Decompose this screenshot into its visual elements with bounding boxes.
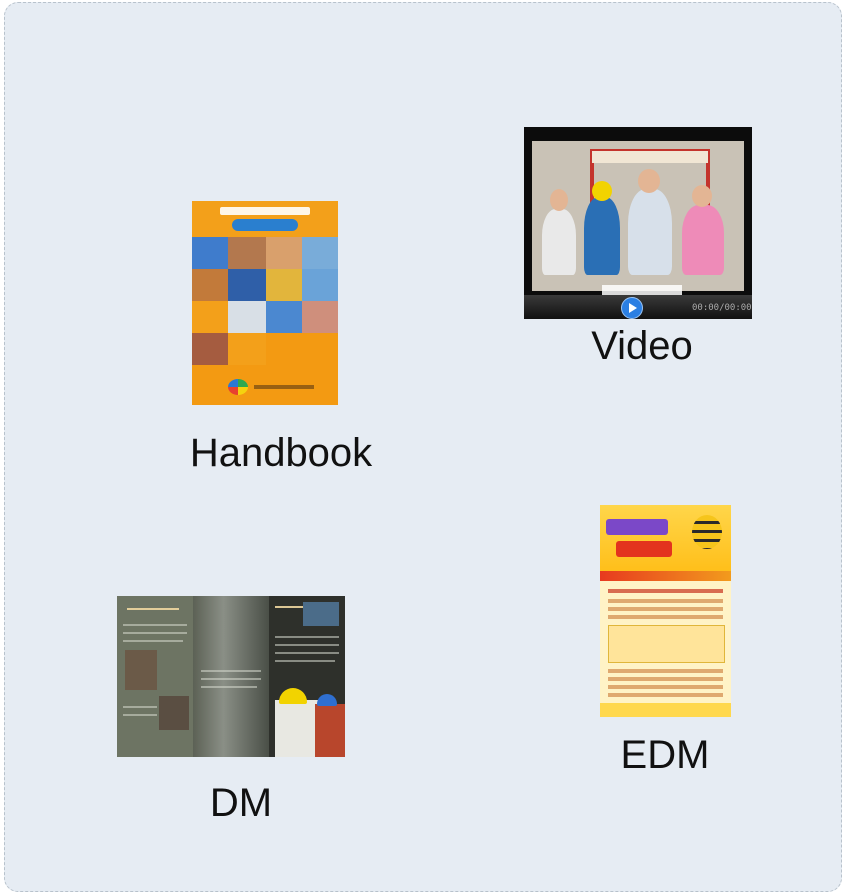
video-frame xyxy=(532,141,744,295)
video-person-head xyxy=(692,185,712,207)
video-caption xyxy=(602,285,682,295)
edm-title-bar xyxy=(606,519,668,535)
bee-mascot-icon xyxy=(692,515,722,549)
handbook-label[interactable]: Handbook xyxy=(181,433,381,473)
dm-worker xyxy=(315,704,345,757)
handbook-photo-grid xyxy=(192,237,338,365)
video-person-head xyxy=(638,169,660,193)
video-helmet xyxy=(592,181,612,201)
edm-subtitle-bar xyxy=(616,541,672,557)
video-banner xyxy=(592,151,708,163)
edm-footer xyxy=(600,703,731,717)
video-person-head xyxy=(550,189,568,211)
handbook-title-bar xyxy=(220,207,310,215)
handbook-thumbnail[interactable] xyxy=(192,201,338,405)
edm-label[interactable]: EDM xyxy=(605,735,725,775)
handbook-publisher-bar xyxy=(254,385,314,389)
video-person xyxy=(584,197,620,275)
dm-photo xyxy=(303,602,339,626)
video-person xyxy=(682,205,724,275)
edm-stripe xyxy=(600,571,731,581)
dm-label[interactable]: DM xyxy=(181,783,301,823)
dm-photo xyxy=(125,650,157,690)
edm-info-box xyxy=(608,625,725,663)
dm-thumbnail[interactable] xyxy=(117,596,345,757)
video-label[interactable]: Video xyxy=(552,326,732,366)
handbook-subtitle-bar xyxy=(232,219,298,231)
dm-middle-panel xyxy=(193,596,269,757)
media-panel: Handbook 00:00/00:00 Video DM EDM xyxy=(4,2,842,892)
video-person xyxy=(542,209,576,275)
dm-worker xyxy=(275,700,319,757)
video-person xyxy=(628,189,672,275)
taipei-logo-icon xyxy=(228,379,248,395)
edm-thumbnail[interactable] xyxy=(600,505,731,717)
play-icon[interactable] xyxy=(621,297,643,319)
dm-photo xyxy=(159,696,189,730)
video-thumbnail[interactable]: 00:00/00:00 xyxy=(524,127,752,319)
video-time: 00:00/00:00 xyxy=(692,303,752,313)
